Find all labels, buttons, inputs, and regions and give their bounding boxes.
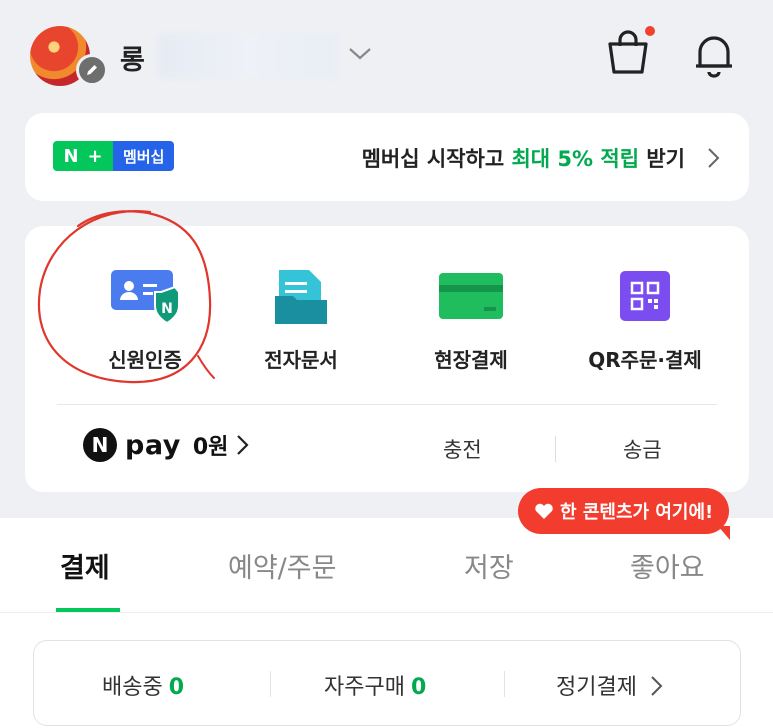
profile-header: 롱 bbox=[0, 0, 773, 112]
tab-saved[interactable]: 저장 bbox=[464, 546, 514, 585]
credit-card-icon bbox=[439, 273, 503, 319]
membership-banner[interactable]: N + 멤버십 멤버십 시작하고 최대 5% 적립 받기 bbox=[25, 113, 749, 201]
pencil-icon bbox=[87, 65, 97, 75]
order-status-box: 배송중 0 자주구매 0 정기결제 bbox=[33, 640, 741, 726]
tabs-divider bbox=[0, 612, 773, 613]
tab-reservation-order[interactable]: 예약/주문 bbox=[228, 546, 336, 585]
bubble-text: 한 콘텐츠가 여기에! bbox=[560, 502, 714, 523]
chevron-right-icon bbox=[651, 676, 663, 696]
qr-code-icon bbox=[620, 271, 670, 321]
heart-icon bbox=[535, 503, 553, 519]
document-folder-icon bbox=[275, 270, 327, 324]
divider bbox=[270, 671, 271, 697]
recurring-payment-link[interactable]: 정기결제 bbox=[556, 669, 664, 701]
services-card: N 신원인증 전자문서 현장결제 QR주문·결제 N pay 0원 충전 송금 bbox=[25, 226, 749, 492]
username[interactable]: 롱 bbox=[120, 38, 145, 77]
shopping-bag-icon[interactable] bbox=[604, 28, 652, 76]
chevron-down-icon[interactable] bbox=[348, 46, 372, 62]
frequent-purchase-status[interactable]: 자주구매 0 bbox=[324, 669, 426, 701]
service-label: 현장결제 bbox=[434, 348, 508, 372]
membership-promo-text: 멤버십 시작하고 최대 5% 적립 받기 bbox=[361, 147, 685, 171]
shipping-status[interactable]: 배송중 0 bbox=[102, 669, 184, 701]
npay-wordmark: pay bbox=[125, 429, 181, 461]
username-redaction bbox=[158, 34, 338, 78]
chevron-right-icon bbox=[237, 435, 249, 455]
npay-balance: 0원 bbox=[192, 435, 229, 460]
npay-balance-link[interactable]: N pay 0원 bbox=[83, 428, 250, 462]
shipping-label: 배송중 bbox=[102, 675, 163, 700]
frequent-count: 0 bbox=[410, 675, 427, 700]
shipping-count: 0 bbox=[168, 675, 185, 700]
cart-notification-dot bbox=[645, 26, 655, 36]
id-card-shield-icon: N bbox=[111, 270, 180, 325]
promo-highlight: 최대 5% 적립 bbox=[511, 147, 640, 171]
chevron-right-icon bbox=[708, 148, 720, 168]
divider bbox=[504, 671, 505, 697]
edit-profile-button[interactable] bbox=[76, 54, 108, 86]
service-electronic-documents[interactable]: 전자문서 bbox=[221, 266, 381, 373]
divider bbox=[555, 436, 556, 462]
service-label: 전자문서 bbox=[264, 348, 338, 372]
charge-button[interactable]: 충전 bbox=[443, 434, 482, 464]
send-money-button[interactable]: 송금 bbox=[623, 434, 662, 464]
active-tab-indicator bbox=[56, 608, 120, 612]
bell-icon[interactable] bbox=[690, 30, 738, 78]
badge-n: N bbox=[63, 145, 79, 167]
nplus-membership-badge: N + 멤버십 bbox=[53, 141, 175, 171]
content-tooltip-bubble[interactable]: 한 콘텐츠가 여기에! bbox=[518, 488, 730, 534]
divider bbox=[57, 404, 717, 405]
service-identity-verification[interactable]: N 신원인증 bbox=[65, 266, 225, 373]
recurring-label: 정기결제 bbox=[556, 675, 637, 700]
tab-likes[interactable]: 좋아요 bbox=[630, 546, 705, 585]
service-label: 신원인증 bbox=[108, 348, 182, 372]
frequent-label: 자주구매 bbox=[324, 675, 405, 700]
service-label: QR주문·결제 bbox=[588, 348, 702, 372]
badge-label: 멤버십 bbox=[113, 141, 175, 171]
tab-payment[interactable]: 결제 bbox=[60, 546, 110, 585]
service-onsite-payment[interactable]: 현장결제 bbox=[391, 266, 551, 373]
bubble-tail bbox=[718, 526, 730, 540]
npay-logo-icon: N bbox=[83, 428, 117, 462]
svg-text:N: N bbox=[161, 301, 173, 317]
badge-plus: + bbox=[87, 145, 103, 167]
service-qr-order-payment[interactable]: QR주문·결제 bbox=[565, 266, 725, 373]
